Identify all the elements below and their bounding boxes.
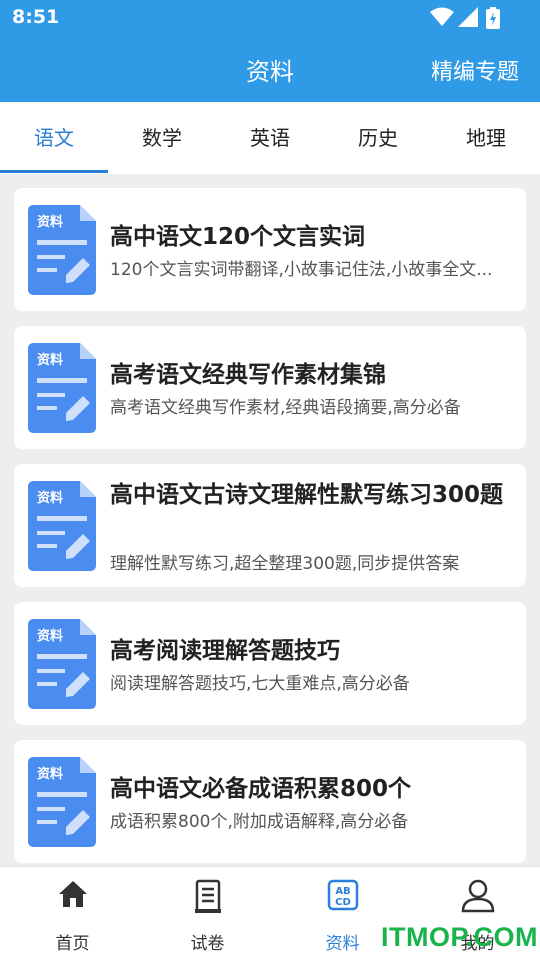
tab-math[interactable]: 数学 xyxy=(108,102,216,174)
list-item[interactable]: 资料 高中语文120个文言实词 120个文言实词带翻译,小故事记住法,小故事全文… xyxy=(14,188,526,311)
item-title: 高中语文必备成语积累800个 xyxy=(110,776,412,802)
watermark: ITMOP.COM xyxy=(381,922,539,952)
nav-home[interactable]: 首页 xyxy=(5,867,140,960)
doc-badge: 资料 xyxy=(37,490,63,506)
document-icon: 资料 xyxy=(28,619,96,709)
tab-chinese[interactable]: 语文 xyxy=(0,102,108,174)
item-description: 成语积累800个,附加成语解释,高分必备 xyxy=(110,812,409,832)
document-icon: 资料 xyxy=(28,481,96,571)
abcd-icon: AB CD xyxy=(327,879,358,911)
battery-icon xyxy=(486,7,500,29)
signal-icon xyxy=(458,7,478,27)
doc-badge: 资料 xyxy=(37,214,63,230)
list-item[interactable]: 资料 高考语文经典写作素材集锦 高考语文经典写作素材,经典语段摘要,高分必备 xyxy=(14,326,526,449)
paper-icon xyxy=(194,879,221,913)
subject-tabs: 语文 数学 英语 历史 地理 xyxy=(0,102,540,174)
wifi-icon xyxy=(430,7,454,26)
status-time: 8:51 xyxy=(12,6,60,28)
doc-badge: 资料 xyxy=(37,766,63,782)
item-title: 高中语文古诗文理解性默写练习300题 xyxy=(110,482,504,508)
doc-badge: 资料 xyxy=(37,352,63,368)
tab-geography[interactable]: 地理 xyxy=(432,102,540,174)
document-icon: 资料 xyxy=(28,343,96,433)
status-bar: 8:51 xyxy=(0,0,540,36)
tab-indicator xyxy=(0,170,108,173)
nav-papers-label: 试卷 xyxy=(190,934,225,954)
list-item[interactable]: 资料 高中语文古诗文理解性默写练习300题 理解性默写练习,超全整理300题,同… xyxy=(14,464,526,587)
item-title: 高考语文经典写作素材集锦 xyxy=(110,362,386,388)
document-icon: 资料 xyxy=(28,757,96,847)
tab-english[interactable]: 英语 xyxy=(216,102,324,174)
user-icon xyxy=(461,879,494,913)
featured-topics-button[interactable]: 精编专题 xyxy=(431,54,519,86)
list-item[interactable]: 资料 高中语文必备成语积累800个 成语积累800个,附加成语解释,高分必备 xyxy=(14,740,526,863)
item-description: 理解性默写练习,超全整理300题,同步提供答案 xyxy=(110,554,460,574)
list-item[interactable]: 资料 高考阅读理解答题技巧 阅读理解答题技巧,七大重难点,高分必备 xyxy=(14,602,526,725)
item-title: 高中语文120个文言实词 xyxy=(110,224,366,250)
nav-home-label: 首页 xyxy=(55,934,90,954)
item-description: 阅读理解答题技巧,七大重难点,高分必备 xyxy=(110,674,410,694)
home-icon xyxy=(58,881,87,907)
nav-papers[interactable]: 试卷 xyxy=(140,867,275,960)
tab-history[interactable]: 历史 xyxy=(324,102,432,174)
svg-text:CD: CD xyxy=(335,897,351,908)
item-title: 高考阅读理解答题技巧 xyxy=(110,638,340,664)
svg-text:AB: AB xyxy=(335,886,350,897)
item-description: 高考语文经典写作素材,经典语段摘要,高分必备 xyxy=(110,398,461,418)
document-icon: 资料 xyxy=(28,205,96,295)
item-description: 120个文言实词带翻译,小故事记住法,小故事全文... xyxy=(110,260,493,280)
doc-badge: 资料 xyxy=(37,628,63,644)
